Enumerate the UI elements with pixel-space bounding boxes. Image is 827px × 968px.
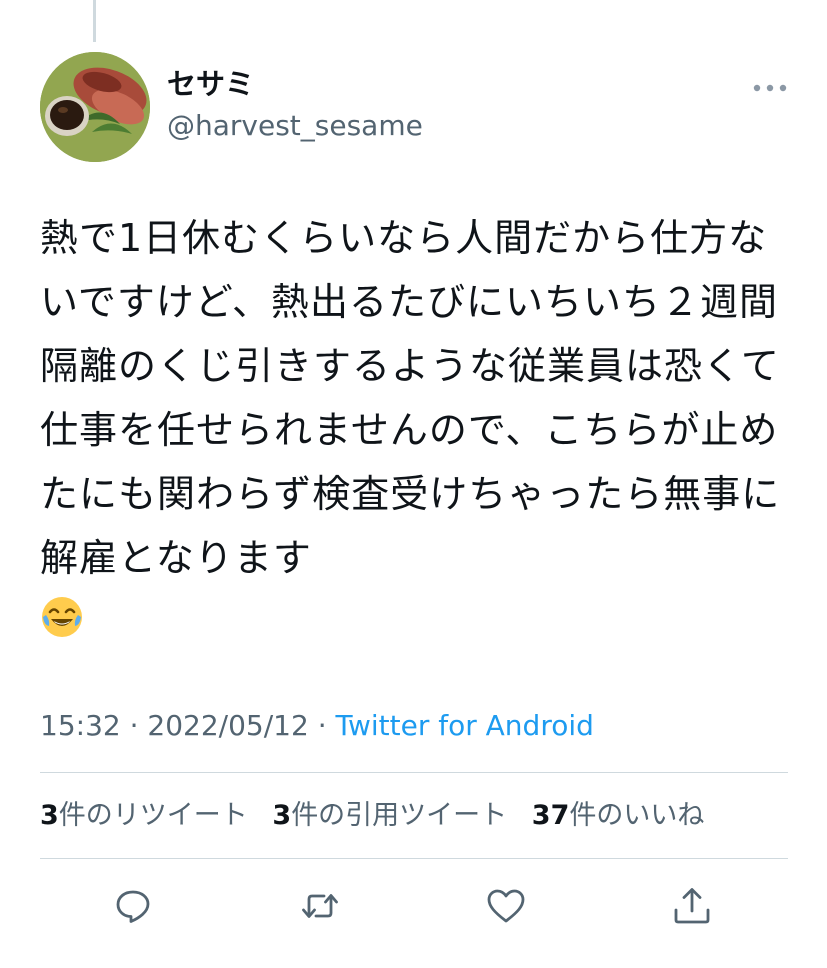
quotes-stat[interactable]: 3件の引用ツイート <box>272 796 507 836</box>
likes-count: 37 <box>531 800 570 831</box>
avatar[interactable] <box>40 52 150 162</box>
reply-button[interactable] <box>113 886 153 926</box>
heart-icon <box>487 889 525 923</box>
tweet-stats: 3件のリツイート 3件の引用ツイート 37件のいいね <box>40 796 720 836</box>
tweet-source-link[interactable]: Twitter for Android <box>336 709 594 742</box>
more-horizontal-icon[interactable] <box>752 80 788 94</box>
quotes-count: 3 <box>272 800 292 831</box>
retweet-button[interactable] <box>300 886 340 926</box>
tweet-text-body: 熱で1日休むくらいなら人間だから仕方ないですけど、熱出るたびにいちいち２週間隔離… <box>40 216 781 580</box>
meta-separator: · <box>120 709 148 742</box>
retweets-label: 件のリツイート <box>58 800 248 831</box>
tweet-text: 熱で1日休むくらいなら人間だから仕方ないですけど、熱出るたびにいちいち２週間隔離… <box>40 206 790 654</box>
retweet-icon <box>302 894 338 918</box>
user-handle[interactable]: @harvest_sesame <box>167 107 423 145</box>
retweets-stat[interactable]: 3件のリツイート <box>40 796 248 836</box>
user-display-name[interactable]: セサミ <box>167 64 254 104</box>
reply-icon <box>116 890 150 923</box>
avatar-image <box>40 52 150 162</box>
quotes-label: 件の引用ツイート <box>291 800 508 831</box>
share-button[interactable] <box>672 886 712 926</box>
like-button[interactable] <box>486 886 526 926</box>
tweet-meta: 15:32 · 2022/05/12 · Twitter for Android <box>40 706 594 746</box>
meta-separator: · <box>308 709 336 742</box>
divider-top <box>40 772 788 773</box>
likes-label: 件のいいね <box>569 800 705 831</box>
share-icon <box>674 888 710 924</box>
retweets-count: 3 <box>40 800 59 831</box>
likes-stat[interactable]: 37件のいいね <box>532 796 705 836</box>
tweet-time[interactable]: 15:32 <box>40 709 121 742</box>
tweet-date[interactable]: 2022/05/12 <box>147 709 308 742</box>
face-with-tears-of-joy-icon <box>40 594 84 638</box>
thread-connector-line <box>93 0 96 42</box>
divider-bottom <box>40 858 788 859</box>
